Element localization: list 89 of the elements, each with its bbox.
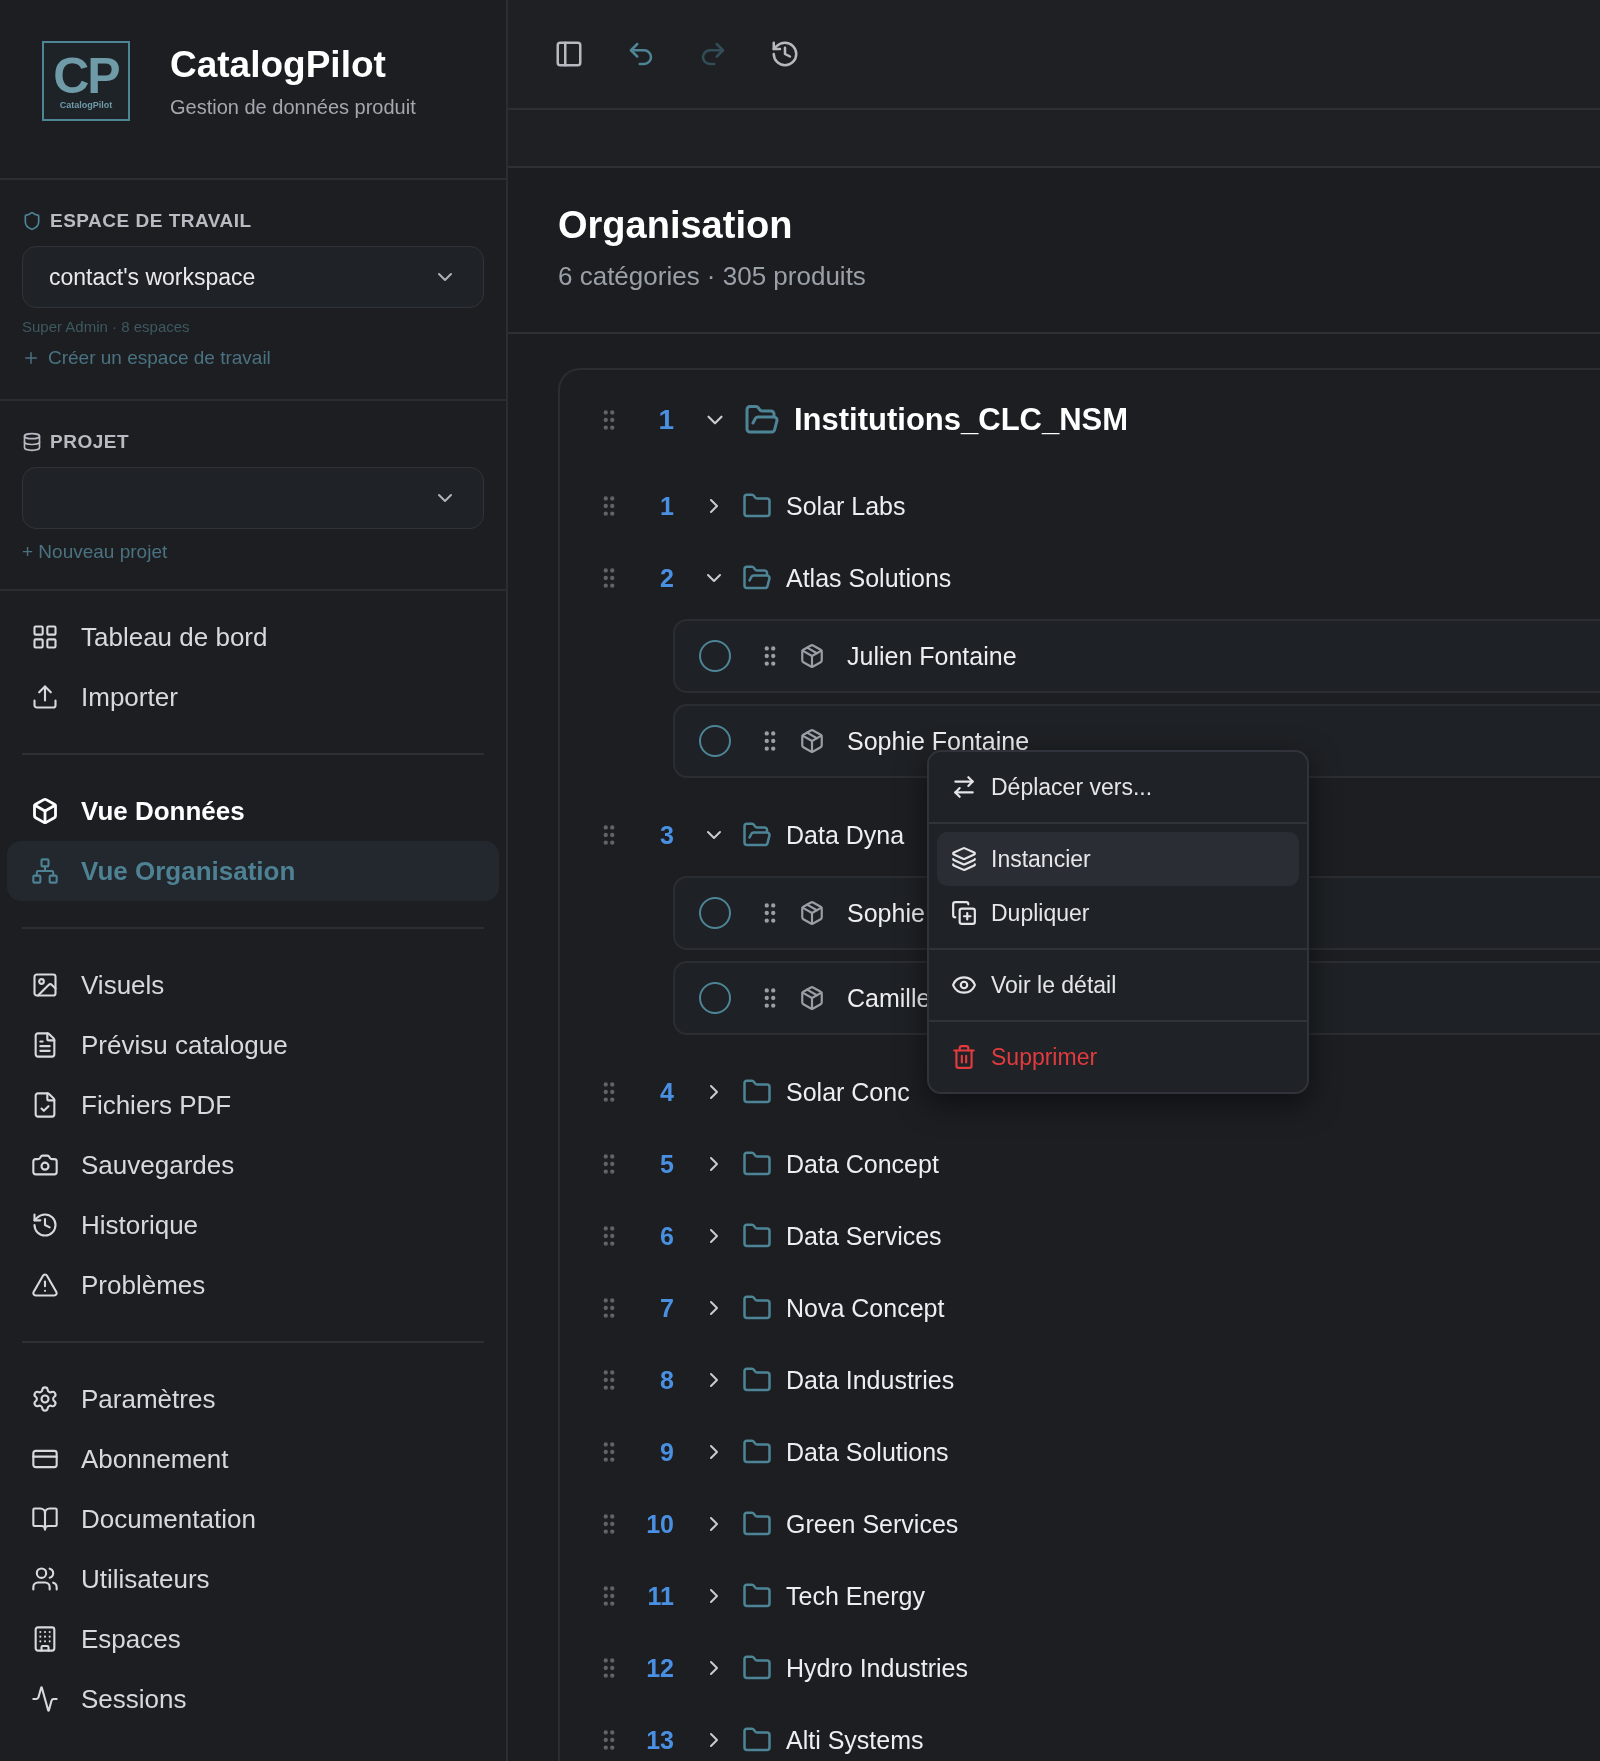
shield-icon — [22, 211, 42, 231]
product-name: Sophie Fontaine — [847, 726, 1030, 756]
row-number: 1 — [659, 491, 674, 521]
sidebar-toggle-button[interactable] — [554, 39, 584, 69]
category-name[interactable]: Alti Systems — [786, 1725, 924, 1755]
row-number: 13 — [645, 1725, 674, 1755]
category-name[interactable]: Data Solutions — [786, 1437, 949, 1467]
nav-item[interactable]: Problèmes — [7, 1255, 499, 1315]
product-name: Julien Fontaine — [847, 641, 1017, 671]
section-label: ESPACE DE TRAVAIL — [50, 210, 252, 232]
checkbox[interactable] — [699, 982, 731, 1014]
workspace-select[interactable]: contact's workspace — [22, 246, 484, 308]
row-number: 4 — [659, 1077, 674, 1107]
cube-icon — [799, 643, 825, 669]
menu-item[interactable]: Supprimer — [937, 1030, 1299, 1084]
nav-item[interactable]: Vue Données — [7, 781, 499, 841]
nav-item[interactable]: Prévisu catalogue — [7, 1015, 499, 1075]
checkbox[interactable] — [699, 897, 731, 929]
row-number: 11 — [646, 1581, 674, 1611]
nav-item[interactable]: Tableau de bord — [7, 607, 499, 667]
category-name[interactable]: Hydro Industries — [786, 1653, 969, 1683]
page-title: Organisation — [558, 204, 794, 247]
menu-item[interactable]: Dupliquer — [937, 886, 1299, 940]
category-name[interactable]: Green Services — [786, 1509, 959, 1539]
upload-icon — [31, 683, 59, 711]
nav-item[interactable]: Abonnement — [7, 1429, 499, 1489]
trash-icon — [951, 1044, 977, 1070]
grid-icon — [31, 623, 59, 651]
row-number: 2 — [659, 563, 674, 593]
nav-item[interactable]: Utilisateurs — [7, 1549, 499, 1609]
nav-item[interactable]: Documentation — [7, 1489, 499, 1549]
category-name[interactable]: Data Services — [786, 1221, 942, 1251]
row-number: 7 — [659, 1293, 674, 1323]
row-number: 10 — [645, 1509, 674, 1539]
nav-item[interactable]: Espaces — [7, 1609, 499, 1669]
nav-item[interactable]: Paramètres — [7, 1369, 499, 1429]
product-name: Camille — [847, 983, 931, 1013]
category-name[interactable]: Atlas Solutions — [786, 563, 952, 593]
logo: CP CatalogPilot — [42, 41, 130, 121]
category-name[interactable]: Data Industries — [786, 1365, 955, 1395]
product-card[interactable]: Julien Fontaine — [673, 619, 1600, 693]
history-button[interactable] — [770, 39, 800, 69]
cube-icon — [31, 797, 59, 825]
app-tagline: Gestion de données produit — [170, 95, 416, 119]
tree-icon — [31, 857, 59, 885]
row-number: 9 — [659, 1437, 674, 1467]
page-subtitle: 6 catégories · 305 produits — [558, 261, 867, 292]
nav-item[interactable]: Sauvegardes — [7, 1135, 499, 1195]
nav-item[interactable]: Visuels — [7, 955, 499, 1015]
cube-icon — [799, 728, 825, 754]
app-name: CatalogPilot — [170, 43, 387, 86]
cube-icon — [799, 900, 825, 926]
image-icon — [31, 971, 59, 999]
row-number: 1 — [657, 404, 674, 436]
workspace-info: Super Admin · 8 espaces — [22, 318, 191, 335]
row-number: 5 — [659, 1149, 674, 1179]
pulse-icon — [31, 1685, 59, 1713]
product-name: Sophie — [847, 898, 925, 928]
row-number: 8 — [659, 1365, 674, 1395]
database-icon — [22, 432, 42, 452]
settings-icon — [31, 1385, 59, 1413]
swap-arrows-icon — [951, 774, 977, 800]
book-icon — [31, 1505, 59, 1533]
row-number: 6 — [659, 1221, 674, 1251]
copy-plus-icon — [951, 900, 977, 926]
category-name[interactable]: Data Dyna — [786, 820, 905, 850]
section-label: PROJET — [50, 431, 130, 453]
users-icon — [31, 1565, 59, 1593]
nav-item[interactable]: Sessions — [7, 1669, 499, 1729]
menu-item[interactable]: Voir le détail — [937, 958, 1299, 1012]
category-name[interactable]: Solar Conc — [786, 1077, 910, 1107]
nav-item[interactable]: Fichiers PDF — [7, 1075, 499, 1135]
row-number: 12 — [645, 1653, 674, 1683]
category-name[interactable]: Solar Labs — [786, 491, 906, 521]
row-number: 3 — [659, 820, 674, 850]
checkbox[interactable] — [699, 725, 731, 757]
cube-icon — [799, 985, 825, 1011]
menu-item[interactable]: Instancier — [937, 832, 1299, 886]
category-name[interactable]: Data Concept — [786, 1149, 939, 1179]
category-name[interactable]: Tech Energy — [786, 1581, 925, 1611]
nav-item[interactable]: Importer — [7, 667, 499, 727]
category-name[interactable]: Institutions_CLC_NSM — [794, 402, 1129, 438]
nav-item[interactable]: Historique — [7, 1195, 499, 1255]
history-icon — [31, 1211, 59, 1239]
checkbox[interactable] — [699, 640, 731, 672]
warning-icon — [31, 1271, 59, 1299]
layers-icon — [951, 846, 977, 872]
category-name[interactable]: Nova Concept — [786, 1293, 945, 1323]
plus-icon — [22, 349, 40, 367]
